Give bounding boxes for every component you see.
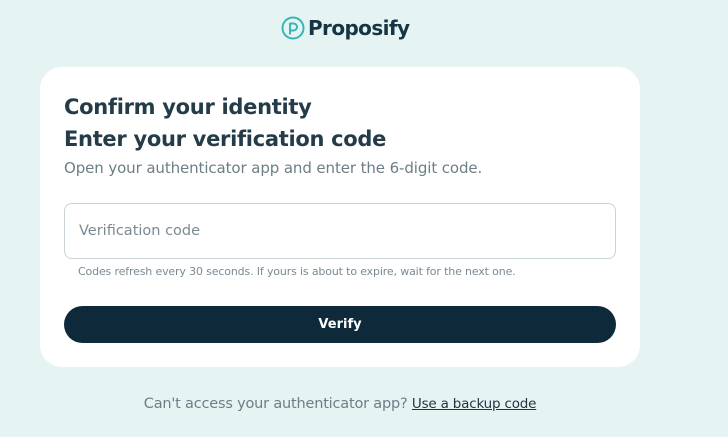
page-subtitle: Enter your verification code [64, 127, 387, 151]
brand-name: Proposify [308, 16, 410, 40]
brand-logo: Proposify [281, 16, 410, 40]
verify-button[interactable]: Verify [64, 306, 616, 343]
footer-prompt: Can't access your authenticator app? [143, 396, 408, 412]
page-title: Confirm your identity [64, 95, 312, 119]
use-backup-code-link[interactable]: Use a backup code [412, 396, 537, 412]
footer: Can't access your authenticator app? Use… [0, 394, 680, 414]
proposify-logo-icon [281, 16, 305, 40]
instructions-text: Open your authenticator app and enter th… [64, 159, 483, 177]
verification-code-input[interactable] [64, 203, 616, 259]
code-refresh-hint: Codes refresh every 30 seconds. If yours… [78, 265, 516, 278]
verification-card: Confirm your identity Enter your verific… [40, 67, 640, 367]
